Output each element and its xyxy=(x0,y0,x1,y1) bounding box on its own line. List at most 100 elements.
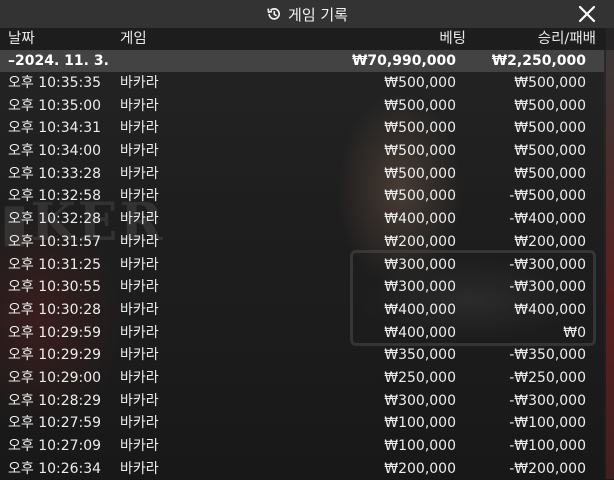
table-row[interactable]: 오후 10:35:00 바카라 ₩500,000 ₩500,000 xyxy=(0,94,604,118)
row-bet: ₩200,000 xyxy=(384,460,456,477)
row-bet: ₩400,000 xyxy=(384,211,456,228)
row-game: 바카라 xyxy=(120,460,159,477)
table-row[interactable]: 오후 10:29:29 바카라 ₩350,000 -₩350,000 xyxy=(0,344,604,367)
row-bet: ₩100,000 xyxy=(384,415,456,432)
row-bet: ₩500,000 xyxy=(384,120,456,137)
row-result: ₩500,000 xyxy=(514,143,586,160)
column-header-date[interactable]: 날짜 xyxy=(8,28,35,50)
row-time: 오후 10:28:29 xyxy=(8,392,102,409)
table-row[interactable]: 오후 10:27:59 바카라 ₩100,000 -₩100,000 xyxy=(0,412,604,435)
history-list: 오후 10:35:35 바카라 ₩500,000 ₩500,000 오후 10:35:0… xyxy=(0,72,604,480)
table-row[interactable]: 오후 10:33:28 바카라 ₩500,000 ₩500,000 xyxy=(0,162,604,186)
row-bet: ₩300,000 xyxy=(384,392,456,409)
table-row[interactable]: 오후 10:26:34 바카라 ₩200,000 -₩200,000 xyxy=(0,457,604,480)
row-result: -₩250,000 xyxy=(509,369,586,386)
table-row[interactable]: 오후 10:31:57 바카라 ₩200,000 ₩200,000 xyxy=(0,230,604,254)
row-result: -₩100,000 xyxy=(509,415,586,432)
group-total-result: ₩2,250,000 xyxy=(491,53,586,69)
row-time: 오후 10:32:28 xyxy=(8,211,102,228)
table-row[interactable]: 오후 10:29:00 바카라 ₩250,000 -₩250,000 xyxy=(0,366,604,390)
column-header-result[interactable]: 승리/패배 xyxy=(538,28,596,50)
row-game: 바카라 xyxy=(120,324,159,341)
row-result: -₩300,000 xyxy=(509,279,586,296)
row-bet: ₩500,000 xyxy=(384,188,456,205)
row-bet: ₩400,000 xyxy=(384,324,456,341)
row-result: -₩350,000 xyxy=(509,347,586,364)
row-game: 바카라 xyxy=(120,256,159,273)
row-time: 오후 10:35:00 xyxy=(8,97,102,114)
row-result: -₩300,000 xyxy=(509,392,586,409)
row-bet: ₩300,000 xyxy=(384,279,456,296)
table-row[interactable]: 오후 10:32:58 바카라 ₩500,000 -₩500,000 xyxy=(0,185,604,209)
table-row[interactable]: 오후 10:29:59 바카라 ₩400,000 ₩0 xyxy=(0,321,604,345)
row-result: -₩300,000 xyxy=(509,256,586,273)
row-time: 오후 10:29:59 xyxy=(8,324,102,341)
row-bet: ₩250,000 xyxy=(384,369,456,386)
row-time: 오후 10:26:34 xyxy=(8,460,102,477)
table-row[interactable]: 오후 10:34:31 바카라 ₩500,000 ₩500,000 xyxy=(0,117,604,141)
row-bet: ₩500,000 xyxy=(384,75,456,91)
table-row[interactable]: 오후 10:31:25 바카라 ₩300,000 -₩300,000 xyxy=(0,253,604,277)
row-bet: ₩350,000 xyxy=(384,347,456,364)
row-time: 오후 10:31:57 xyxy=(8,233,102,250)
row-game: 바카라 xyxy=(120,188,159,205)
row-game: 바카라 xyxy=(120,415,159,432)
date-group-row[interactable]: –2024. 11. 3. ₩70,990,000 ₩2,250,000 xyxy=(0,50,604,72)
row-result: -₩100,000 xyxy=(509,438,586,454)
row-result: ₩0 xyxy=(563,324,586,341)
row-result: ₩500,000 xyxy=(514,120,586,137)
row-bet: ₩100,000 xyxy=(384,438,456,454)
row-game: 바카라 xyxy=(120,211,159,228)
row-time: 오후 10:32:58 xyxy=(8,188,102,205)
table-row[interactable]: 오후 10:28:29 바카라 ₩300,000 -₩300,000 xyxy=(0,389,604,413)
title-bar: 게임 기록 xyxy=(0,0,614,28)
row-time: 오후 10:31:25 xyxy=(8,256,102,273)
table-row[interactable]: 오후 10:35:35 바카라 ₩500,000 ₩500,000 xyxy=(0,72,604,95)
row-result: -₩500,000 xyxy=(509,188,586,205)
row-game: 바카라 xyxy=(120,143,159,160)
row-bet: ₩500,000 xyxy=(384,97,456,114)
table-row[interactable]: 오후 10:30:28 바카라 ₩400,000 ₩400,000 xyxy=(0,298,604,322)
window-title: 게임 기록 xyxy=(288,5,348,24)
row-game: 바카라 xyxy=(120,347,159,364)
history-icon xyxy=(267,8,280,20)
row-time: 오후 10:35:35 xyxy=(8,75,102,91)
column-header-game[interactable]: 게임 xyxy=(120,28,147,50)
row-game: 바카라 xyxy=(120,438,159,454)
row-time: 오후 10:34:31 xyxy=(8,120,102,137)
row-result: ₩500,000 xyxy=(514,75,586,91)
table-row[interactable]: 오후 10:34:00 바카라 ₩500,000 ₩500,000 xyxy=(0,140,604,163)
title-group: 게임 기록 xyxy=(0,0,614,28)
table-header: 날짜 게임 베팅 승리/패배 xyxy=(0,28,614,50)
table-row[interactable]: 오후 10:30:55 바카라 ₩300,000 -₩300,000 xyxy=(0,276,604,299)
row-result: ₩500,000 xyxy=(514,165,586,182)
table-row[interactable]: 오후 10:27:09 바카라 ₩100,000 -₩100,000 xyxy=(0,435,604,458)
row-game: 바카라 xyxy=(120,369,159,386)
row-game: 바카라 xyxy=(120,120,159,137)
table-row[interactable]: 오후 10:32:28 바카라 ₩400,000 -₩400,000 xyxy=(0,208,604,231)
row-bet: ₩200,000 xyxy=(384,233,456,250)
row-time: 오후 10:30:55 xyxy=(8,279,102,296)
row-time: 오후 10:27:59 xyxy=(8,415,102,432)
row-time: 오후 10:29:00 xyxy=(8,369,102,386)
row-game: 바카라 xyxy=(120,301,159,318)
row-bet: ₩300,000 xyxy=(384,256,456,273)
row-game: 바카라 xyxy=(120,165,159,182)
row-game: 바카라 xyxy=(120,279,159,296)
row-time: 오후 10:27:09 xyxy=(8,438,102,454)
group-total-bet: ₩70,990,000 xyxy=(351,53,456,69)
row-game: 바카라 xyxy=(120,392,159,409)
close-icon[interactable] xyxy=(576,3,598,25)
row-time: 오후 10:33:28 xyxy=(8,165,102,182)
row-bet: ₩400,000 xyxy=(384,301,456,318)
column-header-bet[interactable]: 베팅 xyxy=(439,28,466,50)
row-game: 바카라 xyxy=(120,97,159,114)
row-result: ₩200,000 xyxy=(514,233,586,250)
row-result: ₩400,000 xyxy=(514,301,586,318)
group-date: –2024. 11. 3. xyxy=(8,53,109,69)
row-time: 오후 10:29:29 xyxy=(8,347,102,364)
row-bet: ₩500,000 xyxy=(384,143,456,160)
row-game: 바카라 xyxy=(120,233,159,250)
row-time: 오후 10:30:28 xyxy=(8,301,102,318)
background-edge xyxy=(606,28,614,479)
